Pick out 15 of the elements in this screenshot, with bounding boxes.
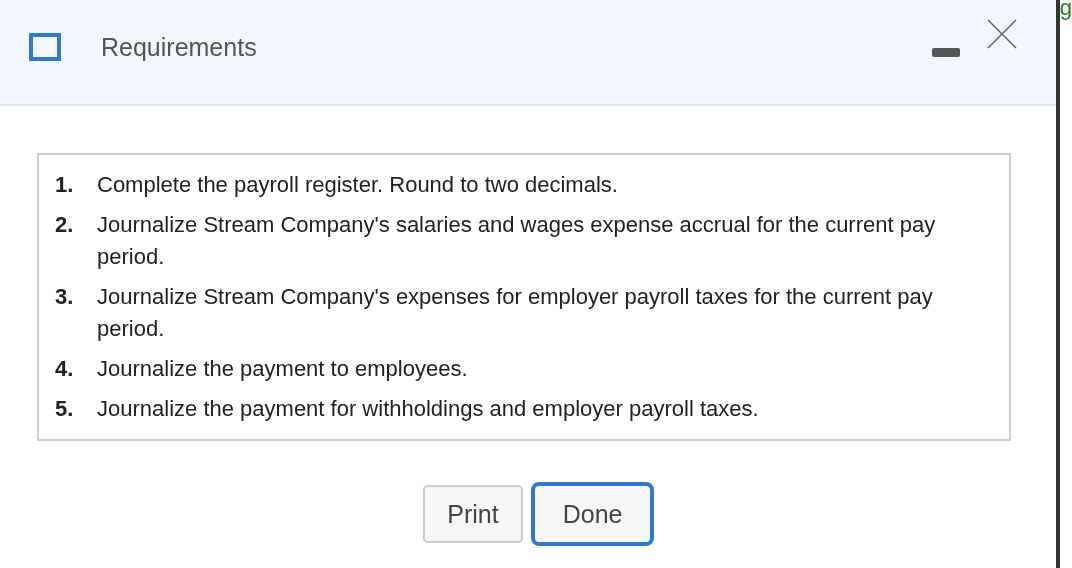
close-button[interactable] [985,18,1018,50]
print-button[interactable]: Print [423,485,523,543]
requirement-text: Journalize the payment for withholdings and employer payroll taxes. [97,395,759,423]
done-button[interactable]: Done [530,482,655,546]
item-number: 1. [55,171,75,199]
dialog-title: Requirements [101,32,257,62]
requirement-text: Journalize Stream Company's expenses for employer payroll taxes for the current pay period. [97,283,934,343]
requirement-text: Complete the payroll register. Round to two decimals. [97,171,618,199]
square-icon [29,33,61,61]
requirement-text: Journalize the payment to employees. [97,355,468,383]
item-number: 4. [55,355,75,383]
item-number: 3. [55,283,75,311]
requirement-text: Journalize Stream Company's salaries and wages expense accrual for the current pay period. [97,211,937,271]
item-number: 5. [55,395,75,423]
item-number: 2. [55,211,75,239]
